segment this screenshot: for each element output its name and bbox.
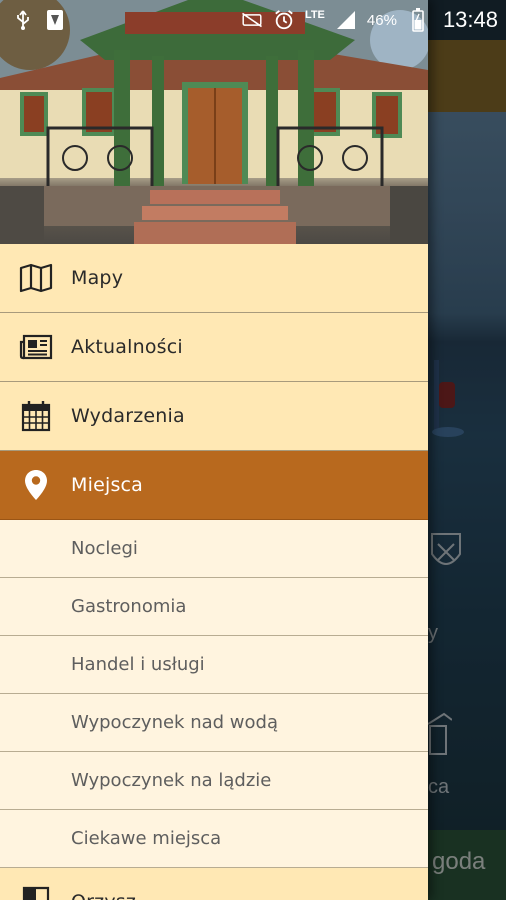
app-notification-icon <box>44 9 66 31</box>
mute-icon <box>241 9 263 31</box>
submenu-item-label: Wypoczynek nad wodą <box>71 712 278 733</box>
menu-item-mapy[interactable]: Mapy <box>0 244 428 313</box>
status-time: 13:48 <box>442 7 498 32</box>
menu-item-orzysz[interactable]: Orzysz <box>0 868 428 900</box>
submenu-item-ciekawe-miejsca[interactable]: Ciekawe miejsca <box>0 810 428 868</box>
menu-item-label: Mapy <box>71 267 124 289</box>
lte-label: LTE <box>304 9 325 21</box>
submenu-item-label: Wypoczynek na lądzie <box>71 770 272 791</box>
submenu-item-wypoczynek-nad-woda[interactable]: Wypoczynek nad wodą <box>0 694 428 752</box>
menu-item-label: Wydarzenia <box>71 405 185 427</box>
battery-icon <box>407 8 429 32</box>
crest-icon <box>18 884 54 900</box>
newspaper-icon <box>18 329 54 365</box>
submenu-item-label: Gastronomia <box>71 596 187 617</box>
location-pin-icon <box>18 467 54 503</box>
menu-item-label: Orzysz <box>71 891 136 900</box>
battery-percent: 46% <box>366 11 397 29</box>
submenu-item-label: Noclegi <box>71 538 138 559</box>
signal-icon <box>335 9 357 31</box>
menu-item-label: Aktualności <box>71 336 183 358</box>
drawer-menu: Mapy Aktualności Wydarzenia Miejsca Nocl… <box>0 244 428 900</box>
menu-item-miejsca[interactable]: Miejsca <box>0 451 428 520</box>
submenu-item-label: Handel i usługi <box>71 654 205 675</box>
submenu-item-handel-i-uslugi[interactable]: Handel i usługi <box>0 636 428 694</box>
status-bar: LTE 46% 13:48 <box>0 0 506 40</box>
submenu-item-gastronomia[interactable]: Gastronomia <box>0 578 428 636</box>
menu-item-label: Miejsca <box>71 474 144 496</box>
calendar-icon <box>18 398 54 434</box>
map-icon <box>18 260 54 296</box>
menu-item-wydarzenia[interactable]: Wydarzenia <box>0 382 428 451</box>
navigation-drawer: Mapy Aktualności Wydarzenia Miejsca Nocl… <box>0 0 428 900</box>
menu-item-aktualnosci[interactable]: Aktualności <box>0 313 428 382</box>
usb-icon <box>12 9 34 31</box>
submenu-item-noclegi[interactable]: Noclegi <box>0 520 428 578</box>
submenu-item-label: Ciekawe miejsca <box>71 828 222 849</box>
submenu-item-wypoczynek-na-ladzie[interactable]: Wypoczynek na lądzie <box>0 752 428 810</box>
alarm-icon <box>273 9 295 31</box>
